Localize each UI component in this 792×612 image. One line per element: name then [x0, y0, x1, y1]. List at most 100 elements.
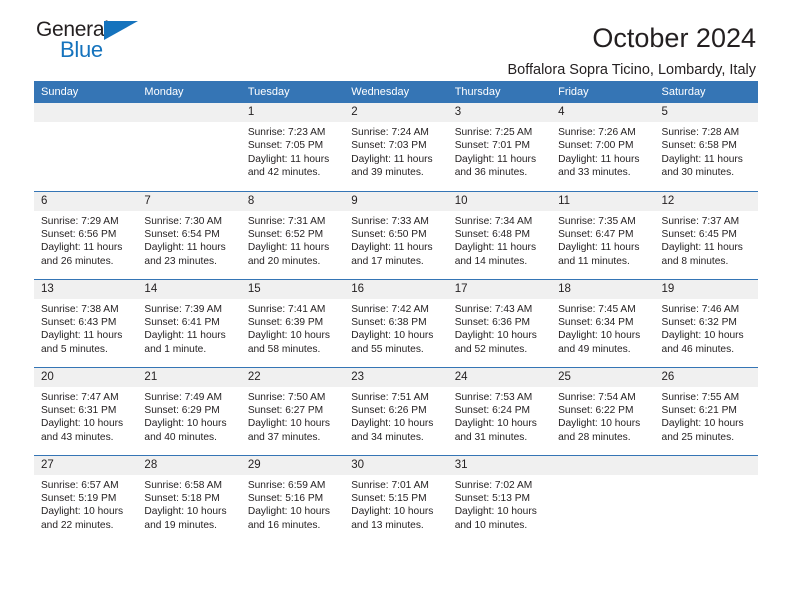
daylight-text: Daylight: 10 hours and 52 minutes.	[454, 330, 537, 355]
day-number	[34, 103, 138, 122]
calendar-day-cell[interactable]: 14 Sunrise: 7:39 AM Sunset: 6:41 PM Dayligh…	[137, 278, 241, 367]
day-number: 1	[240, 103, 345, 122]
triangle-icon	[104, 21, 138, 40]
calendar-day-cell[interactable]: 26 Sunrise: 7:55 AM Sunset: 6:21 PM Dayligh…	[654, 366, 758, 455]
day-number: 4	[551, 103, 655, 122]
day-details: Sunrise: 7:31 AM Sunset: 6:52 PM Daylight:…	[241, 211, 344, 269]
day-number: 25	[551, 367, 655, 387]
day-number: 24	[447, 367, 552, 387]
calendar-day-cell[interactable]: 22 Sunrise: 7:50 AM Sunset: 6:27 PM Dayligh…	[240, 366, 345, 455]
daylight-text: Daylight: 10 hours and 16 minutes.	[247, 506, 330, 531]
day-number: 14	[137, 279, 241, 299]
sunset-text: Sunset: 6:48 PM	[454, 228, 531, 240]
day-number: 17	[447, 279, 552, 299]
calendar-day-cell[interactable]: 3 Sunrise: 7:25 AM Sunset: 7:01 PM Daylight…	[447, 103, 552, 191]
calendar-day-cell[interactable]: 30 Sunrise: 7:01 AM Sunset: 5:15 PM Dayligh…	[344, 454, 448, 543]
sunrise-text: Sunrise: 7:42 AM	[351, 303, 429, 315]
sunrise-text: Sunrise: 7:47 AM	[41, 391, 119, 403]
sunrise-text: Sunrise: 7:39 AM	[144, 303, 223, 315]
calendar-day-cell[interactable]: 20 Sunrise: 7:47 AM Sunset: 6:31 PM Dayligh…	[34, 366, 138, 455]
calendar-day-cell[interactable]: 11 Sunrise: 7:35 AM Sunset: 6:47 PM Dayligh…	[551, 190, 655, 279]
weekday-header-friday: Friday	[551, 81, 655, 103]
calendar-day-cell[interactable]: 21 Sunrise: 7:49 AM Sunset: 6:29 PM Dayligh…	[137, 366, 241, 455]
day-details: Sunrise: 7:26 AM Sunset: 7:00 PM Daylight:…	[551, 122, 654, 180]
daylight-text: Daylight: 11 hours and 17 minutes.	[351, 242, 433, 267]
sunrise-text: Sunrise: 7:28 AM	[661, 127, 740, 138]
calendar-day-cell[interactable]: 16 Sunrise: 7:42 AM Sunset: 6:38 PM Dayligh…	[344, 278, 448, 367]
calendar-day-cell[interactable]: 18 Sunrise: 7:45 AM Sunset: 6:34 PM Dayligh…	[551, 278, 655, 367]
sunset-text: Sunset: 6:29 PM	[144, 404, 220, 416]
sunset-text: Sunset: 7:00 PM	[558, 140, 634, 152]
calendar-day-cell[interactable]: 27 Sunrise: 6:57 AM Sunset: 5:19 PM Dayligh…	[34, 454, 138, 543]
sunset-text: Sunset: 6:39 PM	[247, 316, 324, 328]
calendar-day-cell[interactable]: 6 Sunrise: 7:29 AM Sunset: 6:56 PM Daylight…	[34, 190, 138, 279]
weekday-header-monday: Monday	[137, 81, 241, 103]
calendar-day-cell[interactable]: 19 Sunrise: 7:46 AM Sunset: 6:32 PM Dayligh…	[654, 278, 758, 367]
day-number: 7	[137, 191, 241, 211]
sunrise-text: Sunrise: 6:59 AM	[247, 479, 326, 491]
day-number: 3	[447, 103, 552, 122]
calendar-day-cell[interactable]: 10 Sunrise: 7:34 AM Sunset: 6:48 PM Dayligh…	[447, 190, 552, 279]
sunrise-text: Sunrise: 7:29 AM	[41, 215, 119, 227]
sunset-text: Sunset: 6:36 PM	[454, 316, 531, 328]
weekday-header-row: Sunday Monday Tuesday Wednesday Thursday…	[34, 81, 758, 103]
day-number: 8	[240, 191, 345, 211]
daylight-text: Daylight: 10 hours and 10 minutes.	[454, 506, 537, 531]
calendar-day-cell[interactable]: 5 Sunrise: 7:28 AM Sunset: 6:58 PM Daylight…	[654, 103, 758, 191]
day-details: Sunrise: 7:41 AM Sunset: 6:39 PM Daylight:…	[241, 299, 344, 357]
calendar-day-cell[interactable]: 23 Sunrise: 7:51 AM Sunset: 6:26 PM Dayligh…	[344, 366, 448, 455]
day-number: 28	[137, 455, 241, 475]
sunrise-text: Sunrise: 7:25 AM	[454, 127, 533, 138]
calendar-day-cell[interactable]: 24 Sunrise: 7:53 AM Sunset: 6:24 PM Dayligh…	[447, 366, 552, 455]
calendar-day-cell[interactable]: 9 Sunrise: 7:33 AM Sunset: 6:50 PM Daylight…	[344, 190, 448, 279]
day-details: Sunrise: 7:02 AM Sunset: 5:13 PM Daylight:…	[448, 475, 551, 533]
day-details: Sunrise: 6:57 AM Sunset: 5:19 PM Daylight:…	[34, 475, 137, 533]
sunset-text: Sunset: 6:43 PM	[41, 316, 117, 328]
calendar-day-cell[interactable]: 31 Sunrise: 7:02 AM Sunset: 5:13 PM Dayligh…	[447, 454, 552, 543]
daylight-text: Daylight: 10 hours and 19 minutes.	[144, 506, 227, 531]
sunset-text: Sunset: 6:56 PM	[41, 228, 117, 240]
calendar-day-cell[interactable]: 4 Sunrise: 7:26 AM Sunset: 7:00 PM Daylight…	[551, 103, 655, 191]
sunset-text: Sunset: 7:05 PM	[247, 140, 324, 152]
calendar-day-cell[interactable]: 29 Sunrise: 6:59 AM Sunset: 5:16 PM Dayligh…	[240, 454, 345, 543]
day-details: Sunrise: 7:25 AM Sunset: 7:01 PM Daylight:…	[448, 122, 551, 180]
sunset-text: Sunset: 6:52 PM	[247, 228, 324, 240]
calendar-day-cell[interactable]: 2 Sunrise: 7:24 AM Sunset: 7:03 PM Daylight…	[344, 103, 448, 191]
calendar-day-cell[interactable]: 13 Sunrise: 7:38 AM Sunset: 6:43 PM Dayligh…	[34, 278, 138, 367]
daylight-text: Daylight: 10 hours and 13 minutes.	[351, 506, 434, 531]
sunset-text: Sunset: 6:27 PM	[247, 404, 324, 416]
sunrise-text: Sunrise: 6:58 AM	[144, 479, 223, 491]
calendar-page: General Blue October 2024 Boffalora Sopr…	[0, 0, 792, 612]
day-number: 16	[344, 279, 448, 299]
sunrise-text: Sunrise: 7:43 AM	[454, 303, 533, 315]
calendar-day-cell[interactable]: 15 Sunrise: 7:41 AM Sunset: 6:39 PM Dayligh…	[240, 278, 345, 367]
day-number: 13	[34, 279, 138, 299]
calendar-day-cell[interactable]: 28 Sunrise: 6:58 AM Sunset: 5:18 PM Dayligh…	[137, 454, 241, 543]
sunrise-text: Sunrise: 7:01 AM	[351, 479, 429, 491]
sunrise-text: Sunrise: 7:50 AM	[247, 391, 326, 403]
day-details: Sunrise: 6:58 AM Sunset: 5:18 PM Daylight:…	[137, 475, 240, 533]
daylight-text: Daylight: 11 hours and 30 minutes.	[661, 153, 743, 179]
calendar-day-cell-empty	[34, 103, 138, 191]
day-details: Sunrise: 7:38 AM Sunset: 6:43 PM Daylight:…	[34, 299, 137, 357]
sunrise-text: Sunrise: 7:31 AM	[247, 215, 326, 227]
calendar-day-cell[interactable]: 1 Sunrise: 7:23 AM Sunset: 7:05 PM Daylight…	[240, 103, 345, 191]
day-number: 10	[447, 191, 552, 211]
day-details: Sunrise: 7:53 AM Sunset: 6:24 PM Daylight:…	[448, 387, 551, 445]
day-details: Sunrise: 6:59 AM Sunset: 5:16 PM Daylight:…	[241, 475, 344, 533]
sunrise-text: Sunrise: 6:57 AM	[41, 479, 119, 491]
sunrise-text: Sunrise: 7:33 AM	[351, 215, 429, 227]
day-number	[654, 455, 758, 475]
calendar-day-cell[interactable]: 7 Sunrise: 7:30 AM Sunset: 6:54 PM Daylight…	[137, 190, 241, 279]
day-number: 31	[447, 455, 552, 475]
daylight-text: Daylight: 10 hours and 49 minutes.	[558, 330, 641, 355]
calendar-day-cell[interactable]: 25 Sunrise: 7:54 AM Sunset: 6:22 PM Dayligh…	[551, 366, 655, 455]
day-details: Sunrise: 7:23 AM Sunset: 7:05 PM Daylight:…	[241, 122, 344, 180]
day-number: 2	[344, 103, 448, 122]
sunset-text: Sunset: 6:31 PM	[41, 404, 117, 416]
calendar-day-cell[interactable]: 17 Sunrise: 7:43 AM Sunset: 6:36 PM Dayligh…	[447, 278, 552, 367]
day-number: 12	[654, 191, 758, 211]
day-number: 27	[34, 455, 138, 475]
calendar-day-cell[interactable]: 12 Sunrise: 7:37 AM Sunset: 6:45 PM Dayligh…	[654, 190, 758, 279]
calendar-day-cell[interactable]: 8 Sunrise: 7:31 AM Sunset: 6:52 PM Daylight…	[240, 190, 345, 279]
